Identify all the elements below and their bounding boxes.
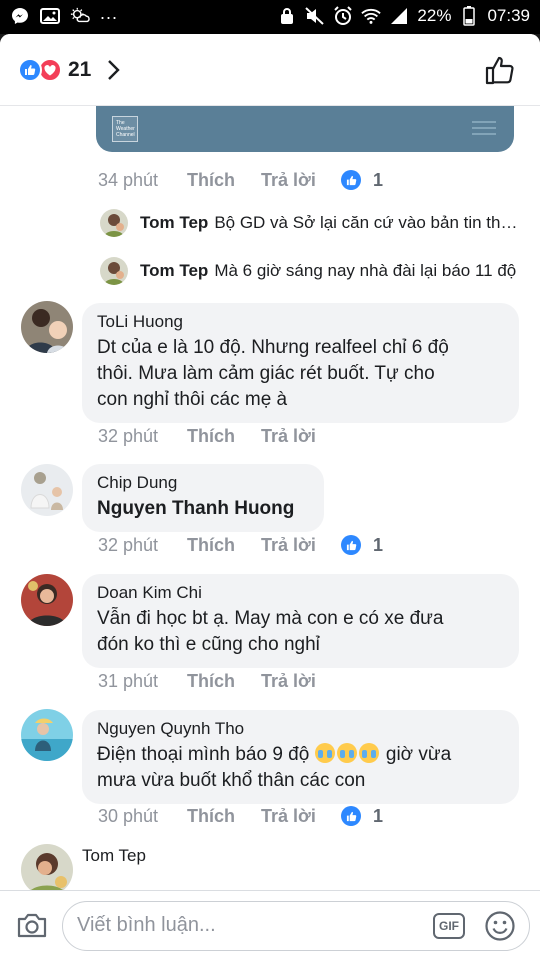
comment-line: con nghỉ thôi các mẹ à	[97, 389, 288, 410]
battery-icon	[459, 6, 479, 26]
comment-time: 32 phút	[98, 534, 159, 555]
comment-line-part: giờ vừa	[380, 744, 452, 765]
reply-item[interactable]: Tom Tep Mà 6 giờ sáng nay nhà đài lại bá…	[100, 255, 520, 287]
avatar[interactable]	[100, 257, 128, 285]
reply-button[interactable]: Trả lời	[261, 535, 341, 556]
gif-button[interactable]: GIF	[433, 913, 465, 939]
avatar[interactable]	[21, 574, 73, 626]
messenger-icon	[10, 6, 30, 26]
comment-actions: 32 phút Thích Trả lời 1	[98, 533, 383, 557]
weather-channel-logo: The Weather Channel	[112, 116, 138, 142]
reply-author[interactable]: Tom Tep	[140, 261, 208, 281]
reply-button[interactable]: Trả lời	[261, 671, 341, 692]
emoji-icon[interactable]	[484, 910, 516, 942]
weather-icon	[70, 6, 90, 26]
comment-bubble[interactable]: Chip Dung Nguyen Thanh Huong	[82, 464, 324, 532]
comment-actions: 30 phút Thích Trả lời 1	[98, 804, 383, 828]
crying-face-icon	[336, 743, 357, 763]
avatar[interactable]	[100, 209, 128, 237]
comment-author[interactable]: Tom Tep	[82, 846, 146, 866]
comment-input[interactable]	[77, 914, 417, 937]
comment-text: Điện thoại mình báo 9 độ giờ vừa mưa vừa…	[97, 742, 505, 794]
like-count-icon[interactable]	[341, 535, 361, 555]
like-post-button[interactable]	[484, 54, 516, 86]
comment-line: Điện thoại mình báo 9 độ giờ vừa	[97, 742, 505, 768]
comment-line: mưa vừa buốt khổ thân các con	[97, 770, 366, 791]
avatar[interactable]	[21, 709, 73, 761]
comments-sheet: 21 The Weather Channel 34 phút Thích Trả…	[0, 34, 540, 960]
crying-face-icon	[358, 743, 379, 763]
avatar[interactable]	[21, 464, 73, 516]
comment-text: Vẫn đi học bt ạ. May mà con e có xe đưa …	[97, 606, 505, 658]
avatar[interactable]	[21, 301, 73, 353]
alarm-lock-icon	[277, 6, 297, 26]
comment-bubble[interactable]: Nguyen Quynh Tho Điện thoại mình báo 9 đ…	[82, 710, 519, 804]
comment-actions: 32 phút Thích Trả lời	[98, 424, 341, 448]
like-count[interactable]: 1	[373, 806, 383, 827]
chevron-right-icon[interactable]	[104, 58, 122, 82]
comment-author[interactable]: ToLi Huong	[97, 312, 505, 332]
like-count-icon[interactable]	[341, 170, 361, 190]
reaction-count[interactable]: 21	[68, 58, 91, 82]
comment-line: Dt của e là 10 độ. Nhưng realfeel chỉ 6 …	[97, 337, 449, 358]
camera-icon[interactable]	[16, 911, 48, 939]
like-button[interactable]: Thích	[187, 535, 261, 556]
comment-time: 30 phút	[98, 805, 159, 826]
like-reaction-icon	[18, 58, 42, 82]
like-count[interactable]: 1	[373, 170, 383, 191]
reply-item[interactable]: Tom Tep Bộ GD và Sở lại căn cứ vào bản t…	[100, 207, 520, 239]
reply-button[interactable]: Trả lời	[261, 806, 341, 827]
comment-composer: GIF	[0, 890, 540, 960]
comment-author[interactable]: Nguyen Quynh Tho	[97, 719, 505, 739]
status-bar: ... 22% 07:39	[0, 0, 540, 34]
comment-input-box[interactable]: GIF	[62, 901, 530, 951]
comment-line: thôi. Mưa làm cảm giác rét buốt. Tự cho	[97, 363, 435, 384]
reply-text: Bộ GD và Sở lại căn cứ vào bản tin thời.…	[214, 213, 520, 232]
link-preview-card[interactable]: The Weather Channel	[96, 106, 514, 152]
reply-text: Mà 6 giờ sáng nay nhà đài lại báo 11 độ	[214, 261, 517, 280]
like-button[interactable]: Thích	[187, 426, 261, 447]
mute-icon	[305, 6, 325, 26]
comment-actions: 34 phút Thích Trả lời 1	[98, 168, 383, 192]
like-count-icon[interactable]	[341, 806, 361, 826]
alarm-icon	[333, 6, 353, 26]
comment-author[interactable]: Doan Kim Chi	[97, 583, 505, 603]
signal-icon	[389, 6, 409, 26]
avatar[interactable]	[21, 844, 73, 896]
more-notifications: ...	[100, 2, 119, 23]
reply-author[interactable]: Tom Tep	[140, 213, 208, 233]
reply-button[interactable]: Trả lời	[261, 170, 341, 191]
comment-time: 31 phút	[98, 670, 159, 691]
reply-button[interactable]: Trả lời	[261, 426, 341, 447]
comment-time: 32 phút	[98, 425, 159, 446]
comment-time: 34 phút	[98, 169, 159, 190]
reactions-header[interactable]: 21	[0, 34, 540, 106]
comment-bubble[interactable]: Doan Kim Chi Vẫn đi học bt ạ. May mà con…	[82, 574, 519, 668]
crying-face-icon	[314, 743, 335, 763]
clock: 07:39	[487, 6, 530, 25]
battery-percent: 22%	[417, 6, 452, 25]
comment-author[interactable]: Chip Dung	[97, 473, 310, 493]
comment-line: đón ko thì e cũng cho nghỉ	[97, 634, 320, 655]
like-button[interactable]: Thích	[187, 170, 261, 191]
like-count[interactable]: 1	[373, 535, 383, 556]
wifi-icon	[361, 6, 382, 26]
comment-actions: 31 phút Thích Trả lời	[98, 669, 341, 693]
like-button[interactable]: Thích	[187, 806, 261, 827]
menu-lines-icon	[472, 121, 496, 135]
gallery-icon	[40, 6, 60, 26]
comment-bubble[interactable]: ToLi Huong Dt của e là 10 độ. Nhưng real…	[82, 303, 519, 423]
mentioned-user[interactable]: Nguyen Thanh Huong	[97, 496, 310, 522]
comment-line: Vẫn đi học bt ạ. May mà con e có xe đưa	[97, 608, 444, 629]
comment-text: Dt của e là 10 độ. Nhưng realfeel chỉ 6 …	[97, 335, 505, 413]
comment-line-part: Điện thoại mình báo 9 độ	[97, 744, 315, 765]
like-button[interactable]: Thích	[187, 671, 261, 692]
